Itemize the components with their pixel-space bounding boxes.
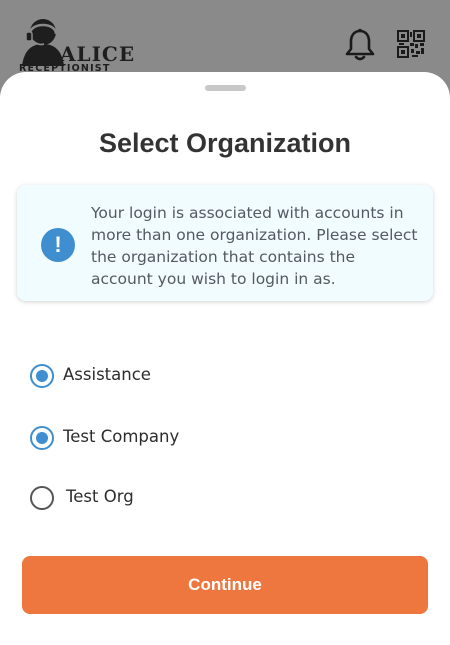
radio-button-unchecked[interactable] <box>30 486 54 510</box>
radio-button-checked[interactable] <box>30 364 54 388</box>
qr-code-icon <box>397 30 425 58</box>
bell-icon <box>345 28 375 61</box>
radio-option-test-org[interactable]: Test Org <box>30 481 330 515</box>
exclamation-circle-icon: ! <box>41 228 75 262</box>
app-logo: ALICE RECEPTIONIST <box>16 14 134 74</box>
radio-option-assistance[interactable]: Assistance <box>30 359 330 393</box>
qr-scan-button[interactable] <box>397 30 425 58</box>
sheet-drag-handle[interactable] <box>205 85 246 91</box>
radio-option-label: Assistance <box>63 365 151 384</box>
receptionist-headset-icon <box>22 19 64 66</box>
continue-button[interactable]: Continue <box>22 556 428 614</box>
radio-option-label: Test Org <box>66 487 134 506</box>
sheet-title: Select Organization <box>98 128 352 158</box>
organization-bottom-sheet: Select Organization ! Your login is asso… <box>0 72 450 645</box>
radio-button-checked[interactable] <box>30 426 54 450</box>
radio-option-label: Test Company <box>63 427 180 446</box>
notifications-button[interactable] <box>344 28 376 62</box>
info-message: Your login is associated with accounts i… <box>91 204 418 288</box>
radio-option-test-company[interactable]: Test Company <box>30 421 330 455</box>
info-callout: ! Your login is associated with accounts… <box>17 185 433 301</box>
